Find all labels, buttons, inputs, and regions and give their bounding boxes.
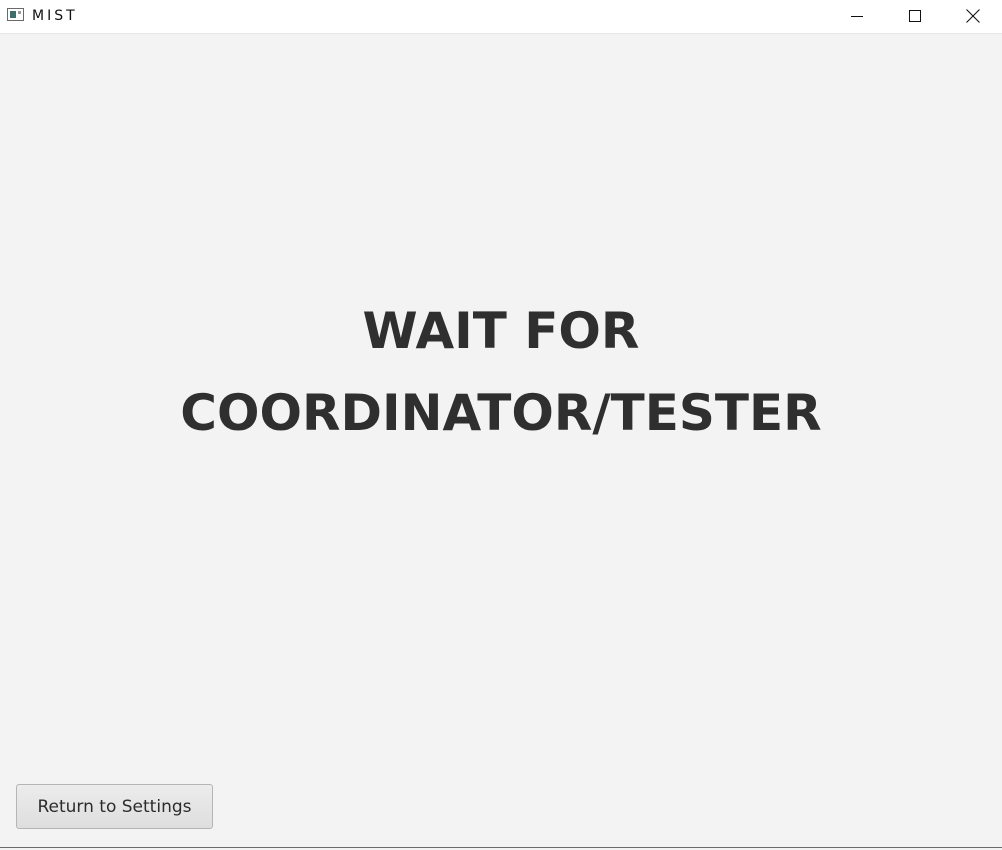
- wait-message: WAIT FOR COORDINATOR/TESTER: [0, 290, 1002, 454]
- minimize-button[interactable]: [829, 0, 885, 32]
- window-bottom-border: [0, 847, 1002, 848]
- app-icon: [7, 8, 24, 21]
- wait-message-line-1: WAIT FOR: [362, 302, 640, 360]
- maximize-icon: [909, 10, 921, 22]
- maximize-button[interactable]: [887, 0, 943, 32]
- wait-message-line-2: COORDINATOR/TESTER: [180, 384, 822, 442]
- app-window: MIST WAIT FOR COORDINATOR/TESTER Return …: [0, 0, 1002, 850]
- title-bar[interactable]: MIST: [0, 0, 1002, 34]
- minimize-icon: [851, 16, 863, 17]
- window-title: MIST: [32, 8, 78, 24]
- return-to-settings-button[interactable]: Return to Settings: [16, 784, 213, 829]
- close-button[interactable]: [945, 0, 1001, 32]
- close-icon: [966, 9, 980, 23]
